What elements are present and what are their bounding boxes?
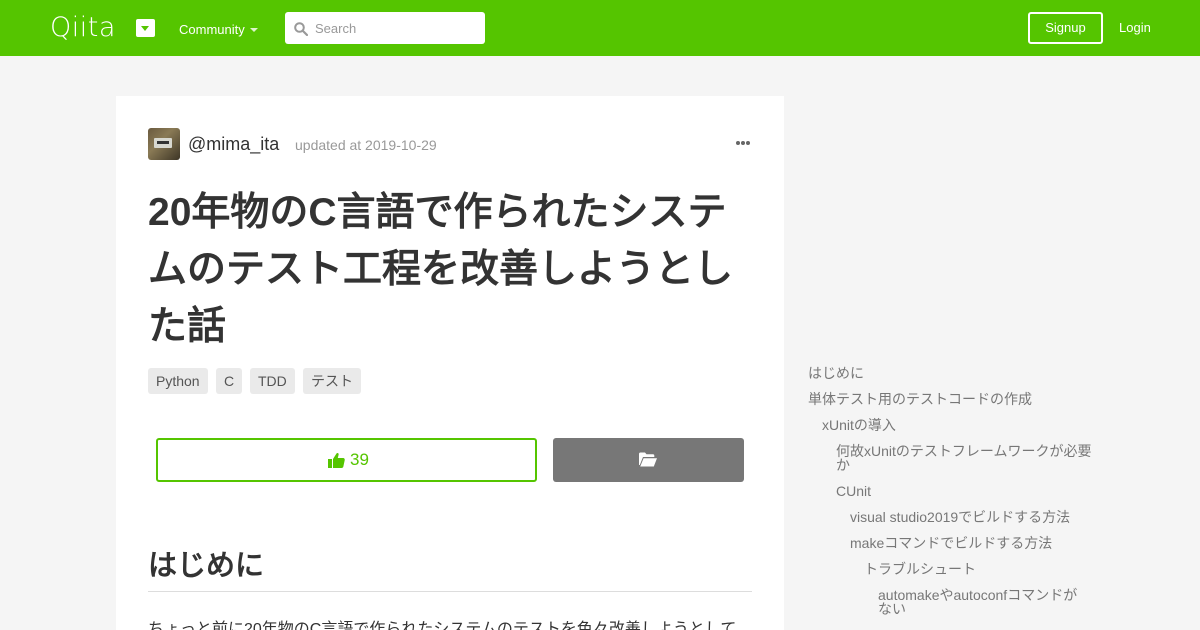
article-card: @mima_ita updated at 2019-10-29 20年物のC言語… <box>116 96 784 630</box>
toc-item[interactable]: CUnit <box>836 484 1096 498</box>
signup-button[interactable]: Signup <box>1028 12 1103 44</box>
toc-item[interactable]: はじめに <box>808 366 1068 380</box>
folder-open-icon <box>639 452 657 467</box>
like-count: 39 <box>350 450 369 469</box>
search-icon <box>294 22 308 36</box>
article-body: ちょっと前に20年物のC言語で作られたシステムのテストを色々改善しようとして <box>148 621 737 630</box>
article-title: 20年物のC言語で作られたシステムのテスト工程を改善しようとした話 <box>148 191 734 348</box>
avatar[interactable] <box>148 128 180 160</box>
tag-tdd[interactable]: TDD <box>250 368 295 394</box>
site-header: Qiita Community Signup Login <box>0 0 1200 56</box>
tag-python[interactable]: Python <box>148 368 208 394</box>
toc-item[interactable]: xUnitの導入 <box>822 418 1082 432</box>
chevron-down-icon <box>250 28 258 32</box>
tag-c[interactable]: C <box>216 368 243 394</box>
search-box[interactable] <box>285 12 485 44</box>
toc-item[interactable]: automakeやautoconfコマンドがない <box>878 588 1088 616</box>
author-name[interactable]: @mima_ita <box>188 133 279 155</box>
toc-item[interactable]: 単体テスト用のテストコードの作成 <box>808 392 1068 406</box>
updated-date: updated at 2019-10-29 <box>295 137 437 153</box>
toc-item[interactable]: visual studio2019でビルドする方法 <box>850 510 1110 524</box>
thumbs-up-icon <box>328 453 345 468</box>
toc-item[interactable]: 何故xUnitのテストフレームワークが必要か <box>836 444 1098 472</box>
tag-test[interactable]: テスト <box>303 368 361 394</box>
section-heading: はじめに <box>148 550 265 582</box>
logo-menu-icon[interactable] <box>136 19 155 37</box>
qiita-logo[interactable]: Qiita <box>50 13 116 43</box>
toc-item[interactable]: トラブルシュート <box>864 562 1124 576</box>
more-icon[interactable] <box>736 141 752 147</box>
section-divider <box>148 591 752 592</box>
search-input[interactable] <box>315 12 475 44</box>
community-menu[interactable]: Community <box>179 22 245 38</box>
toc-item[interactable]: makeコマンドでビルドする方法 <box>850 536 1110 550</box>
stock-button[interactable] <box>553 438 744 482</box>
login-link[interactable]: Login <box>1119 20 1151 36</box>
like-button[interactable]: 39 <box>156 438 537 482</box>
